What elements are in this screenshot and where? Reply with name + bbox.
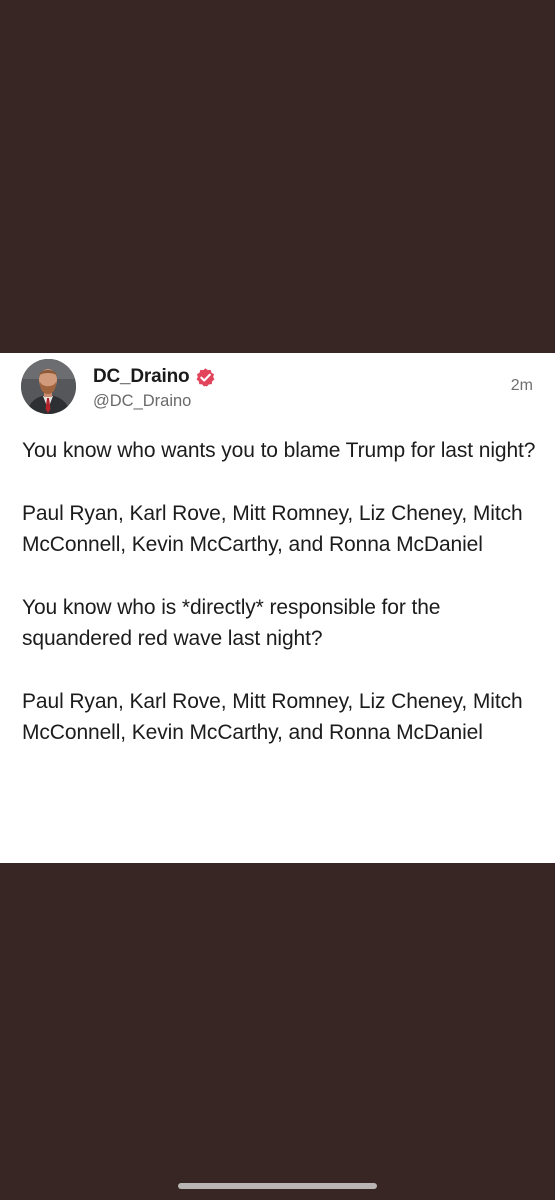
author-handle[interactable]: @DC_Draino <box>93 392 191 411</box>
post-paragraph: Paul Ryan, Karl Rove, Mitt Romney, Liz C… <box>22 501 523 557</box>
post-paragraph: Paul Ryan, Karl Rove, Mitt Romney, Liz C… <box>22 689 523 745</box>
post-body: You know who wants you to blame Trump fo… <box>22 435 537 749</box>
post-paragraph: You know who is *directly* responsible f… <box>22 595 441 651</box>
verified-badge-icon <box>195 367 216 388</box>
avatar[interactable] <box>21 359 76 414</box>
author-name-row: DC_Draino <box>93 365 216 389</box>
avatar-photo <box>21 359 76 414</box>
author-display-name[interactable]: DC_Draino <box>93 366 190 388</box>
post-card[interactable]: DC_Draino @DC_Draino 2m You know who wan… <box>0 353 555 863</box>
home-indicator[interactable] <box>178 1183 377 1189</box>
post-timestamp: 2m <box>510 377 533 394</box>
post-paragraph: You know who wants you to blame Trump fo… <box>22 439 536 462</box>
